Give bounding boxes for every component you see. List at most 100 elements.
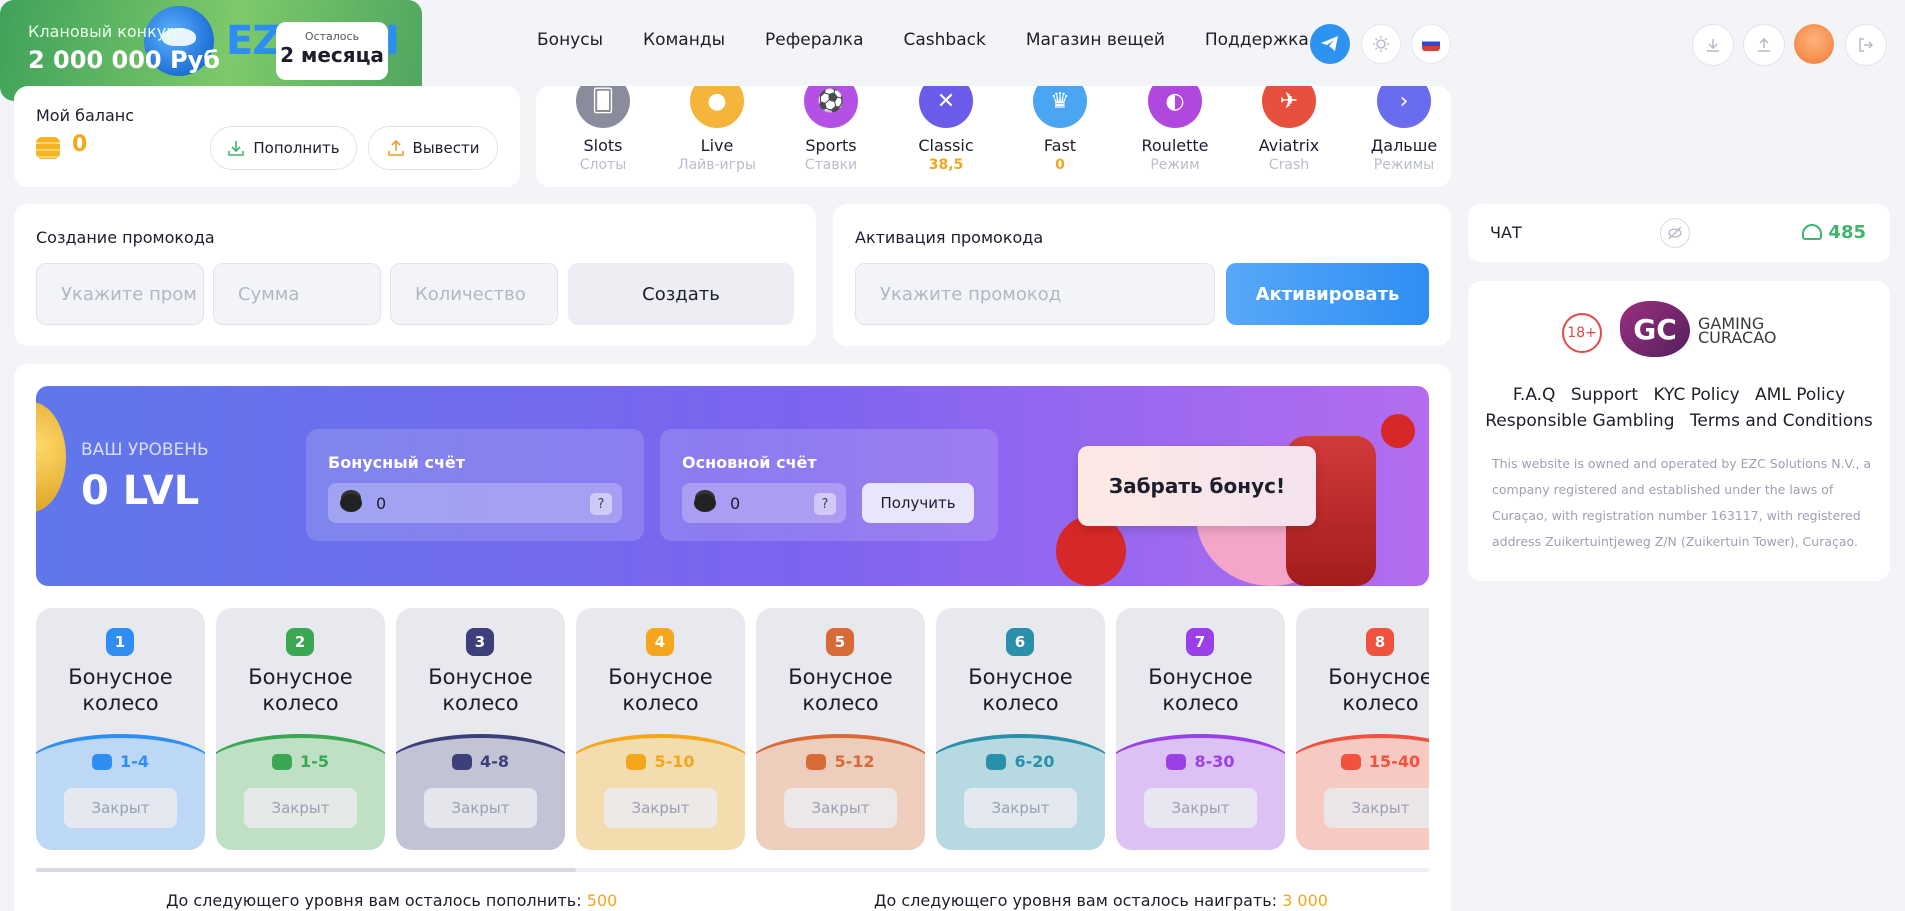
wheel-status-button[interactable]: Закрыт	[64, 788, 177, 828]
help-icon[interactable]: ?	[814, 493, 836, 515]
game-fast[interactable]: ♛ Fast 0	[1015, 86, 1105, 173]
coins-icon	[626, 753, 647, 770]
nav-bonuses[interactable]: Бонусы	[537, 30, 603, 50]
remain-play-text: До следующего уровня вам осталось наигра…	[874, 891, 1278, 910]
wheel-name-line2: колесо	[82, 691, 159, 715]
remain-play: До следующего уровня вам осталось наигра…	[874, 891, 1328, 910]
promo-code-input[interactable]: Укажите пром	[36, 263, 204, 325]
kyc-policy-link[interactable]: KYC Policy	[1653, 385, 1739, 405]
wheel-range: 1-5	[216, 752, 385, 771]
wheel-name-line2: колесо	[802, 691, 879, 715]
wheel-name: Бонусное колесо	[756, 664, 925, 716]
balance-value: 0	[72, 132, 88, 157]
claim-bonus-button[interactable]: Забрать бонус!	[1078, 446, 1316, 526]
wheel-status-button[interactable]: Закрыт	[604, 788, 717, 828]
game-name: Fast	[1043, 136, 1077, 155]
bonus-wheel-1[interactable]: 1 Бонусное колесо 1-4 Закрыт	[36, 608, 205, 850]
activate-button[interactable]: Активировать	[1226, 263, 1429, 325]
quantity-input[interactable]: Количество	[390, 263, 558, 325]
game-sub: Crash	[1268, 157, 1310, 173]
chevron-right-icon: ›	[1377, 86, 1431, 128]
bonus-wheel-6[interactable]: 6 Бонусное колесо 6-20 Закрыт	[936, 608, 1105, 850]
info-card: 18+ GC GAMING CURACAO F.A.Q Support KYC …	[1468, 281, 1890, 581]
wheel-range: 5-10	[576, 752, 745, 771]
footer-links-row1: F.A.Q Support KYC Policy AML Policy	[1468, 385, 1890, 405]
wheel-name: Бонусное колесо	[1296, 664, 1429, 716]
level-value: 0 LVL	[81, 468, 200, 514]
game-live[interactable]: ● Live Лайв-игры	[672, 86, 762, 173]
theme-toggle-button[interactable]	[1361, 24, 1401, 64]
deposit-button[interactable]: Пополнить	[210, 126, 357, 170]
download-icon	[228, 141, 245, 156]
wheel-range-value: 6-20	[1014, 752, 1055, 771]
game-sports[interactable]: ⚽ Sports Ставки	[786, 86, 876, 173]
wheel-range-value: 4-8	[480, 752, 509, 771]
deposit-label: Пополнить	[253, 139, 340, 157]
carousel-scroll-thumb[interactable]	[36, 868, 576, 872]
aml-policy-link[interactable]: AML Policy	[1755, 385, 1845, 405]
wheel-name-line2: колесо	[262, 691, 339, 715]
wheel-status-button[interactable]: Закрыт	[784, 788, 897, 828]
legal-text: This website is owned and operated by EZ…	[1492, 456, 1872, 549]
nav-shop[interactable]: Магазин вещей	[1026, 30, 1165, 50]
nav-referral[interactable]: Рефералка	[765, 30, 863, 50]
support-link[interactable]: Support	[1571, 385, 1638, 405]
download-icon	[1707, 39, 1719, 52]
coins-icon	[694, 494, 716, 512]
withdraw-button[interactable]: Вывести	[368, 126, 498, 170]
nav-support[interactable]: Поддержка	[1205, 30, 1309, 50]
bonus-wheel-5[interactable]: 5 Бонусное колесо 5-12 Закрыт	[756, 608, 925, 850]
cards-icon: 🂠	[576, 86, 630, 128]
gc-line2: CURACAO	[1698, 328, 1777, 347]
avatar[interactable]	[1794, 24, 1834, 64]
create-button[interactable]: Создать	[568, 263, 794, 325]
chat-bar[interactable]: ЧАТ 485	[1468, 204, 1890, 262]
upload-icon	[387, 139, 404, 156]
wheel-name: Бонусное колесо	[396, 664, 565, 716]
wheel-range: 8-30	[1116, 752, 1285, 771]
coins-icon	[340, 494, 362, 512]
bonus-wheel-7[interactable]: 7 Бонусное колесо 8-30 Закрыт	[1116, 608, 1285, 850]
bonus-wheel-2[interactable]: 2 Бонусное колесо 1-5 Закрыт	[216, 608, 385, 850]
lever-ball-decoration	[1381, 414, 1415, 448]
terms-link[interactable]: Terms and Conditions	[1690, 411, 1873, 431]
wheel-status-button[interactable]: Закрыт	[1324, 788, 1429, 828]
age-restriction-badge: 18+	[1562, 313, 1602, 353]
upload-button[interactable]	[1743, 24, 1785, 66]
wheel-status-button[interactable]: Закрыт	[964, 788, 1077, 828]
bonus-account-value-box: 0 ?	[328, 483, 622, 523]
wheel-status-button[interactable]: Закрыт	[244, 788, 357, 828]
game-aviatrix[interactable]: ✈ Aviatrix Crash	[1244, 86, 1334, 173]
faq-link[interactable]: F.A.Q	[1513, 385, 1556, 405]
remain-play-value: 3 000	[1282, 891, 1328, 910]
wheel-range-value: 5-12	[834, 752, 875, 771]
bonus-wheel-8[interactable]: 8 Бонусное колесо 15-40 Закрыт	[1296, 608, 1429, 850]
coins-icon	[92, 753, 113, 770]
game-more[interactable]: › Дальше Режимы	[1359, 86, 1449, 173]
logout-icon	[1859, 38, 1874, 52]
responsible-gambling-link[interactable]: Responsible Gambling	[1485, 411, 1674, 431]
logout-button[interactable]	[1845, 24, 1887, 66]
help-icon[interactable]: ?	[590, 493, 612, 515]
wheel-status-button[interactable]: Закрыт	[1144, 788, 1257, 828]
activate-code-input[interactable]: Укажите промокод	[855, 263, 1215, 325]
nav-teams[interactable]: Команды	[643, 30, 725, 50]
sum-input[interactable]: Сумма	[213, 263, 381, 325]
nav-cashback[interactable]: Cashback	[904, 30, 986, 50]
wheel-status-button[interactable]: Закрыт	[424, 788, 537, 828]
game-roulette[interactable]: ◐ Roulette Режим	[1130, 86, 1220, 173]
game-classic[interactable]: ✕ Classic 38,5	[901, 86, 991, 173]
wheel-number: 4	[646, 628, 674, 656]
game-sub: 38,5	[928, 157, 964, 173]
get-button[interactable]: Получить	[862, 483, 974, 523]
download-button[interactable]	[1692, 24, 1734, 66]
game-name: Classic	[918, 136, 974, 155]
language-button[interactable]	[1411, 24, 1451, 64]
eye-off-icon[interactable]	[1660, 218, 1690, 248]
telegram-button[interactable]	[1310, 24, 1350, 64]
game-name: Live	[700, 136, 734, 155]
bonus-wheel-4[interactable]: 4 Бонусное колесо 5-10 Закрыт	[576, 608, 745, 850]
wheel-range-value: 1-4	[120, 752, 149, 771]
bonus-wheel-3[interactable]: 3 Бонусное колесо 4-8 Закрыт	[396, 608, 565, 850]
game-slots[interactable]: 🂠 Slots Слоты	[558, 86, 648, 173]
